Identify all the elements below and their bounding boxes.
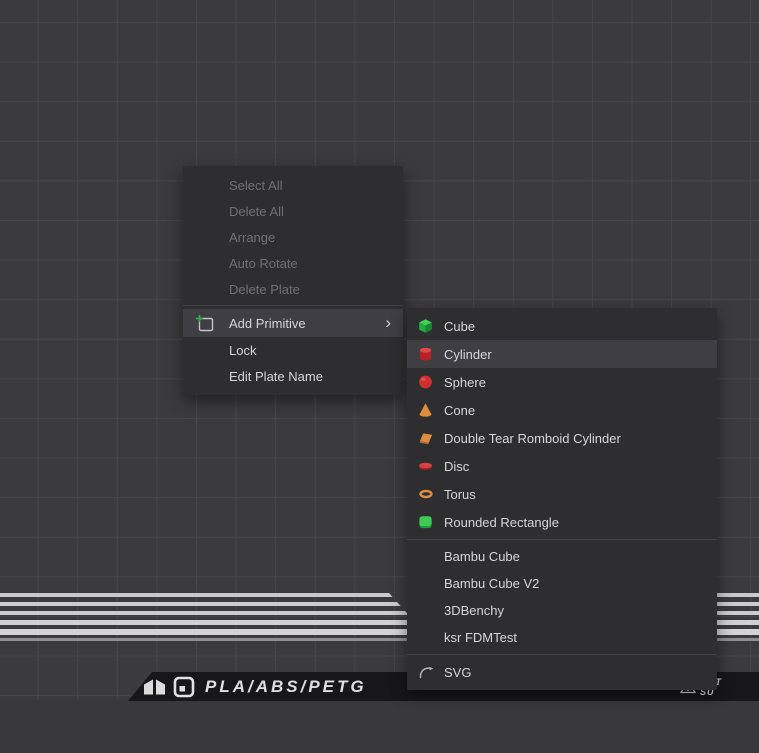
- submenu-item-cube[interactable]: Cube: [407, 312, 717, 340]
- submenu-item-label: Torus: [444, 487, 476, 502]
- sphere-icon: [418, 375, 433, 390]
- submenu-item-label: Sphere: [444, 375, 486, 390]
- menu-item-add-primitive[interactable]: Add Primitive ›: [183, 309, 403, 337]
- cylinder-icon: [418, 346, 433, 362]
- submenu-item-bambu-cube[interactable]: Bambu Cube: [407, 543, 717, 570]
- submenu-item-label: SVG: [444, 665, 471, 680]
- submenu-item-label: Bambu Cube: [444, 549, 520, 564]
- menu-item-lock[interactable]: Lock: [183, 337, 403, 363]
- svg-icon: [418, 664, 435, 680]
- menu-item-label: Delete Plate: [229, 282, 300, 297]
- torus-icon: [418, 487, 434, 502]
- romboid-cylinder-icon: [418, 431, 434, 446]
- submenu-item-disc[interactable]: Disc: [407, 452, 717, 480]
- disc-icon: [418, 459, 433, 474]
- rounded-rectangle-icon: [418, 515, 433, 530]
- plate-material-label: PLA/ABS/PETG: [205, 677, 367, 697]
- plate-context-menu: Select All Delete All Arrange Auto Rotat…: [183, 166, 403, 395]
- submenu-item-label: Double Tear Romboid Cylinder: [444, 431, 621, 446]
- submenu-item-label: ksr FDMTest: [444, 630, 517, 645]
- submenu-item-3dbenchy[interactable]: 3DBenchy: [407, 597, 717, 624]
- bambu-logo-icon: [143, 678, 167, 695]
- submenu-item-rounded-rectangle[interactable]: Rounded Rectangle: [407, 508, 717, 536]
- cube-icon: [418, 318, 433, 334]
- add-primitive-icon: [195, 314, 215, 332]
- menu-item-label: Delete All: [229, 204, 284, 219]
- menu-item-label: Auto Rotate: [229, 256, 298, 271]
- plate-stripes-left: [0, 593, 432, 641]
- menu-item-delete-all: Delete All: [183, 198, 403, 224]
- submenu-item-cylinder[interactable]: Cylinder: [407, 340, 717, 368]
- submenu-item-label: Cylinder: [444, 347, 492, 362]
- menu-item-edit-plate-name[interactable]: Edit Plate Name: [183, 363, 403, 389]
- submenu-item-cone[interactable]: Cone: [407, 396, 717, 424]
- menu-separator: [407, 539, 717, 540]
- menu-item-auto-rotate: Auto Rotate: [183, 250, 403, 276]
- submenu-item-torus[interactable]: Torus: [407, 480, 717, 508]
- plate-front-face: [0, 700, 759, 753]
- menu-item-select-all: Select All: [183, 172, 403, 198]
- menu-item-delete-plate: Delete Plate: [183, 276, 403, 302]
- menu-separator: [407, 654, 717, 655]
- submenu-item-label: Cone: [444, 403, 475, 418]
- submenu-item-label: Rounded Rectangle: [444, 515, 559, 530]
- submenu-item-bambu-cube-v2[interactable]: Bambu Cube V2: [407, 570, 717, 597]
- viewport-3d[interactable]: PLA/ABS/PETG HOT SU Select All Delete Al…: [0, 0, 759, 753]
- submenu-item-label: Disc: [444, 459, 469, 474]
- menu-item-arrange: Arrange: [183, 224, 403, 250]
- submenu-item-sphere[interactable]: Sphere: [407, 368, 717, 396]
- submenu-item-label: Cube: [444, 319, 475, 334]
- menu-item-label: Edit Plate Name: [229, 369, 323, 384]
- menu-item-label: Lock: [229, 343, 256, 358]
- menu-separator: [183, 305, 403, 306]
- menu-item-label: Arrange: [229, 230, 275, 245]
- submenu-item-svg[interactable]: SVG: [407, 658, 717, 686]
- plate-logo-icon: [173, 676, 195, 698]
- submenu-item-label: Bambu Cube V2: [444, 576, 539, 591]
- submenu-item-ksr-fdmtest[interactable]: ksr FDMTest: [407, 624, 717, 651]
- cone-icon: [418, 403, 433, 418]
- add-primitive-submenu: Cube Cylinder Sphere: [407, 308, 717, 690]
- submenu-arrow-icon: ›: [385, 314, 391, 331]
- submenu-item-label: 3DBenchy: [444, 603, 504, 618]
- menu-item-label: Add Primitive: [229, 316, 306, 331]
- menu-item-label: Select All: [229, 178, 282, 193]
- submenu-item-double-tear-romboid-cylinder[interactable]: Double Tear Romboid Cylinder: [407, 424, 717, 452]
